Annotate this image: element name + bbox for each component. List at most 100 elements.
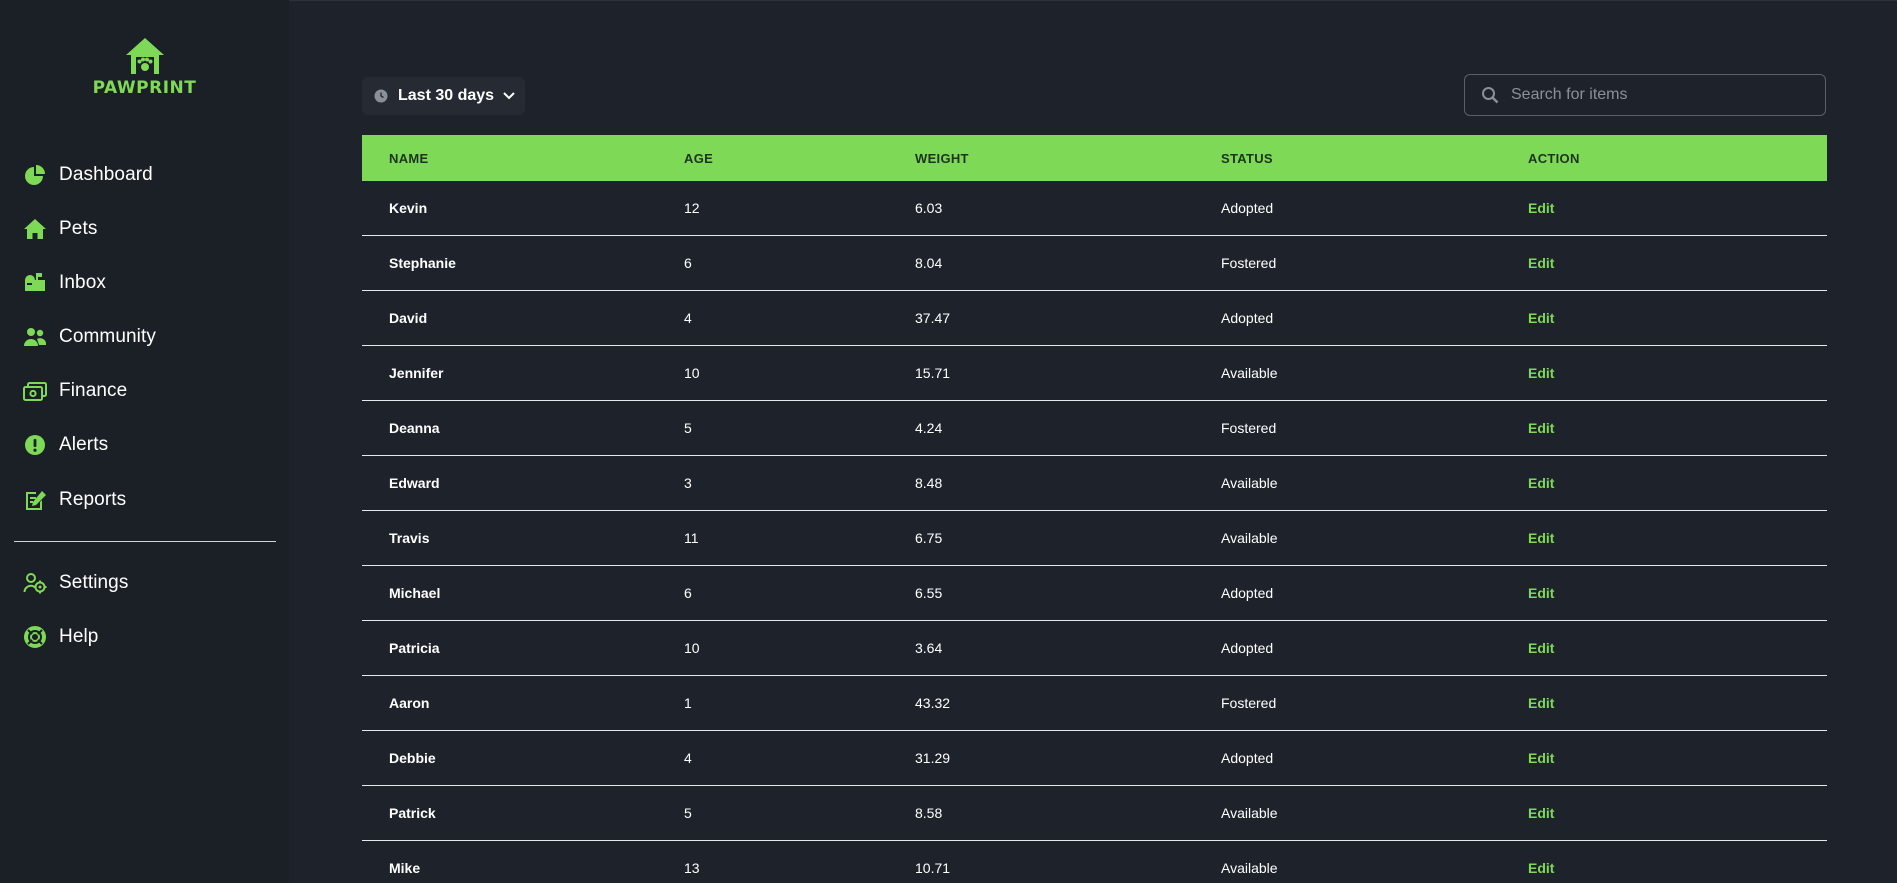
sidebar-item-reports[interactable]: Reports xyxy=(22,480,272,520)
cell-weight: 37.47 xyxy=(915,310,951,326)
cell-age: 3 xyxy=(684,475,692,491)
edit-link[interactable]: Edit xyxy=(1528,860,1554,876)
search-input[interactable] xyxy=(1509,85,1803,105)
sidebar-item-alerts[interactable]: Alerts xyxy=(22,425,272,465)
edit-link[interactable]: Edit xyxy=(1528,750,1554,766)
table-row: Deanna 5 4.24 Fostered Edit xyxy=(362,401,1827,456)
cell-status: Adopted xyxy=(1221,200,1274,216)
table-row: Aaron 1 43.32 Fostered Edit xyxy=(362,676,1827,731)
cell-age: 10 xyxy=(684,365,700,381)
column-header-action: ACTION xyxy=(1528,150,1580,166)
sidebar-item-label: Pets xyxy=(59,218,98,239)
report-edit-icon xyxy=(22,487,48,513)
table-row: David 4 37.47 Adopted Edit xyxy=(362,291,1827,346)
cell-weight: 6.55 xyxy=(915,585,943,601)
cell-status: Fostered xyxy=(1221,255,1277,271)
table-row: Debbie 4 31.29 Adopted Edit xyxy=(362,731,1827,786)
cell-status: Adopted xyxy=(1221,310,1274,326)
cell-weight: 15.71 xyxy=(915,365,951,381)
chevron-down-icon xyxy=(503,92,515,100)
cell-name: David xyxy=(389,310,428,326)
edit-link[interactable]: Edit xyxy=(1528,640,1554,656)
sidebar-item-label: Community xyxy=(59,326,156,347)
table-row: Patrick 5 8.58 Available Edit xyxy=(362,786,1827,841)
clock-icon xyxy=(374,89,388,103)
sidebar-item-label: Finance xyxy=(59,380,128,401)
cell-name: Stephanie xyxy=(389,255,456,271)
sidebar-item-community[interactable]: Community xyxy=(22,317,272,357)
cell-weight: 8.58 xyxy=(915,805,943,821)
cell-status: Available xyxy=(1221,365,1278,381)
cell-age: 5 xyxy=(684,420,692,436)
cell-name: Michael xyxy=(389,585,441,601)
cell-name: Kevin xyxy=(389,200,428,216)
edit-link[interactable]: Edit xyxy=(1528,805,1554,821)
table-row: Travis 11 6.75 Available Edit xyxy=(362,511,1827,566)
cell-name: Mike xyxy=(389,860,421,876)
column-header-status[interactable]: STATUS xyxy=(1221,151,1528,166)
search-box xyxy=(1464,74,1826,116)
date-range-dropdown[interactable]: Last 30 days xyxy=(362,77,525,115)
sidebar-item-label: Reports xyxy=(59,489,127,510)
sidebar-item-label: Inbox xyxy=(59,272,106,293)
sidebar-item-inbox[interactable]: Inbox xyxy=(22,263,272,303)
pie-chart-icon xyxy=(22,162,48,188)
edit-link[interactable]: Edit xyxy=(1528,200,1554,216)
table-row: Patricia 10 3.64 Adopted Edit xyxy=(362,621,1827,676)
edit-link[interactable]: Edit xyxy=(1528,255,1554,271)
sidebar-item-pets[interactable]: Pets xyxy=(22,209,272,249)
money-icon xyxy=(22,378,48,404)
cell-name: Deanna xyxy=(389,420,440,436)
pets-table: NAME AGE WEIGHT STATUS ACTION Kevin 12 6… xyxy=(362,135,1827,883)
column-header-name[interactable]: NAME xyxy=(362,151,684,166)
cell-status: Available xyxy=(1221,530,1278,546)
edit-link[interactable]: Edit xyxy=(1528,420,1554,436)
cell-weight: 8.48 xyxy=(915,475,943,491)
date-range-label: Last 30 days xyxy=(398,87,495,104)
brand-name: PAWPRINT xyxy=(92,78,197,98)
cell-weight: 3.64 xyxy=(915,640,943,656)
cell-name: Patrick xyxy=(389,805,436,821)
cell-weight: 4.24 xyxy=(915,420,943,436)
cell-name: Aaron xyxy=(389,695,430,711)
edit-link[interactable]: Edit xyxy=(1528,695,1554,711)
mailbox-icon xyxy=(22,270,48,296)
edit-link[interactable]: Edit xyxy=(1528,365,1554,381)
edit-link[interactable]: Edit xyxy=(1528,530,1554,546)
home-icon xyxy=(22,216,48,242)
sidebar-item-finance[interactable]: Finance xyxy=(22,371,272,411)
edit-link[interactable]: Edit xyxy=(1528,585,1554,601)
brand-logo[interactable]: PAWPRINT xyxy=(0,36,289,98)
cell-status: Adopted xyxy=(1221,640,1274,656)
sidebar-item-help[interactable]: Help xyxy=(22,617,272,657)
cell-status: Available xyxy=(1221,475,1278,491)
cell-age: 10 xyxy=(684,640,700,656)
cell-age: 1 xyxy=(684,695,692,711)
sidebar-item-label: Alerts xyxy=(59,434,109,455)
table-row: Mike 13 10.71 Available Edit xyxy=(362,841,1827,883)
cell-age: 11 xyxy=(684,530,699,546)
cell-age: 12 xyxy=(684,200,700,216)
cell-status: Available xyxy=(1221,805,1278,821)
main-content: Last 30 days NAME AGE WEIGHT STATUS xyxy=(289,0,1897,883)
users-icon xyxy=(22,324,48,350)
sidebar-item-label: Dashboard xyxy=(59,164,153,185)
cell-weight: 10.71 xyxy=(915,860,951,876)
cell-name: Travis xyxy=(389,530,430,546)
edit-link[interactable]: Edit xyxy=(1528,310,1554,326)
sidebar: PAWPRINT Dashboard Pets Inbox Community … xyxy=(0,0,289,883)
cell-weight: 43.32 xyxy=(915,695,951,711)
sidebar-item-dashboard[interactable]: Dashboard xyxy=(22,155,272,195)
cell-weight: 31.29 xyxy=(915,750,951,766)
sidebar-item-label: Help xyxy=(59,626,99,647)
cell-age: 4 xyxy=(684,750,692,766)
column-header-weight[interactable]: WEIGHT xyxy=(915,151,1221,166)
cell-status: Fostered xyxy=(1221,420,1277,436)
edit-link[interactable]: Edit xyxy=(1528,475,1554,491)
cell-status: Adopted xyxy=(1221,585,1274,601)
sidebar-item-settings[interactable]: Settings xyxy=(22,563,272,603)
lifebuoy-icon xyxy=(22,624,48,650)
table-header: NAME AGE WEIGHT STATUS ACTION xyxy=(362,135,1827,181)
column-header-age[interactable]: AGE xyxy=(684,151,915,166)
table-row: Edward 3 8.48 Available Edit xyxy=(362,456,1827,511)
